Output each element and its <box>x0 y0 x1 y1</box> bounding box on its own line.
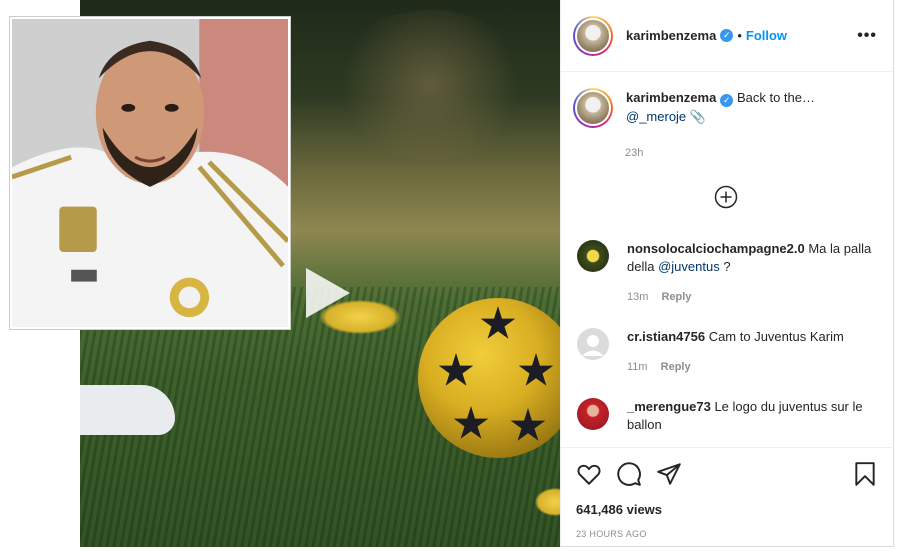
background-bokeh <box>330 10 530 160</box>
bookmark-icon[interactable] <box>852 461 878 487</box>
avatar[interactable] <box>577 328 609 360</box>
view-count[interactable]: 641,486 views <box>576 502 878 517</box>
post-actions: 641,486 views 23 HOURS AGO <box>560 447 894 539</box>
plus-circle-icon[interactable] <box>714 185 738 209</box>
ball-star <box>510 408 546 441</box>
ball-star <box>453 406 489 439</box>
header-username[interactable]: karimbenzema <box>626 28 716 43</box>
post-timestamp: 23 HOURS AGO <box>576 529 647 539</box>
heart-icon[interactable] <box>576 461 602 487</box>
avatar[interactable] <box>573 15 613 56</box>
comment-item: cr.istian4756 Cam to Juventus Karim 11m … <box>577 328 877 376</box>
ball-star <box>438 353 474 386</box>
comment-item: _merengue73 Le logo du juventus sur le b… <box>577 398 877 434</box>
comment-timestamp: 11m <box>627 361 648 373</box>
post-caption: karimbenzema ✓ Back to the… @_meroje 📎 <box>573 88 877 128</box>
reply-button[interactable]: Reply <box>661 361 691 373</box>
comment-item: nonsolocalciochampagne2.0 Ma la palla de… <box>577 240 877 306</box>
avatar[interactable] <box>577 398 609 430</box>
comment-text: Cam to Juventus Karim <box>708 329 844 344</box>
follow-button[interactable]: Follow <box>746 28 787 43</box>
comment-text-end: ? <box>719 259 731 274</box>
more-options-icon[interactable]: ••• <box>857 27 877 45</box>
avatar[interactable] <box>573 88 613 128</box>
caption-username[interactable]: karimbenzema <box>626 90 716 105</box>
avatar[interactable] <box>577 240 609 272</box>
verified-check-icon: ✓ <box>720 94 734 107</box>
comment-timestamp: 13m <box>627 291 649 303</box>
verified-check-icon: ✓ <box>720 29 734 42</box>
inset-player-photo <box>10 17 290 329</box>
caption-mention[interactable]: @_meroje <box>626 109 686 124</box>
comment-username[interactable]: _merengue73 <box>627 399 711 414</box>
reply-button[interactable]: Reply <box>661 291 691 303</box>
comment-username[interactable]: nonsolocalciochampagne2.0 <box>627 241 805 256</box>
post-header: karimbenzema ✓ • Follow ••• <box>561 0 893 72</box>
paperclip-icon: 📎 <box>689 109 706 124</box>
play-icon[interactable] <box>292 262 354 324</box>
ball-star <box>518 353 554 386</box>
share-icon[interactable] <box>656 461 682 487</box>
comment-icon[interactable] <box>616 461 642 487</box>
separator-dot: • <box>737 28 742 43</box>
caption-text: Back to the… <box>736 90 815 105</box>
comment-username[interactable]: cr.istian4756 <box>627 329 705 344</box>
player-shoe <box>80 385 175 435</box>
ball-star <box>480 306 516 339</box>
caption-timestamp: 23h <box>625 147 644 159</box>
comment-mention[interactable]: @juventus <box>658 259 720 274</box>
